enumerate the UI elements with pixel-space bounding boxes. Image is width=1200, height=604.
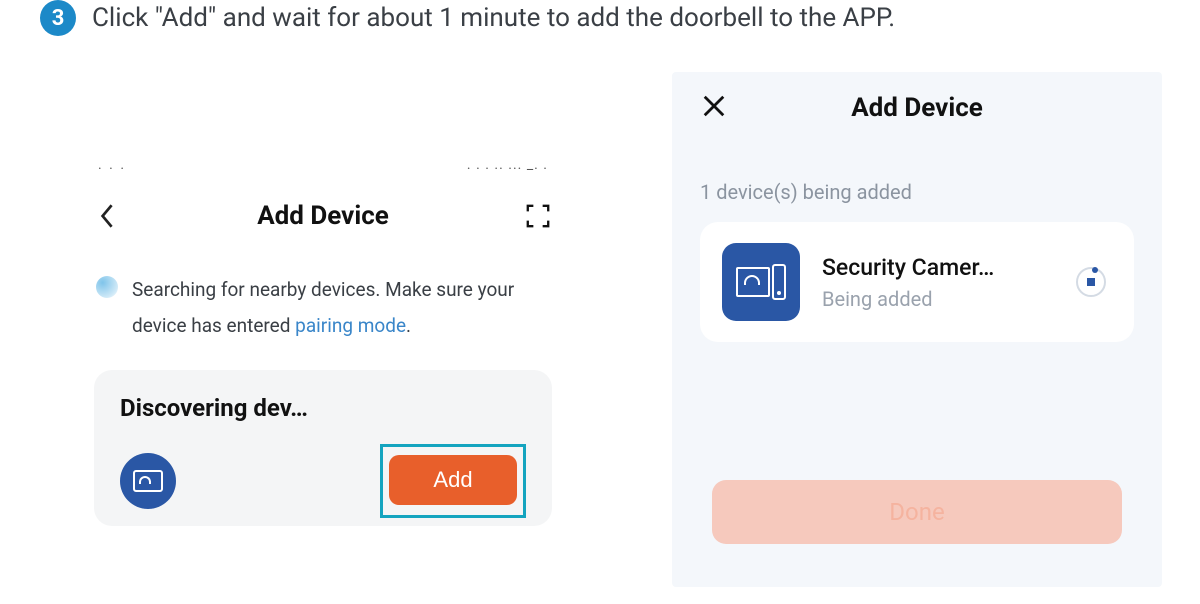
scan-icon (525, 203, 551, 229)
left-header: Add Device (78, 192, 568, 240)
screenshot-right: Add Device 1 device(s) being added Secur… (672, 72, 1162, 587)
device-icon (120, 453, 176, 509)
device-progress-label: Being added (822, 287, 1112, 311)
add-button[interactable]: Add (389, 455, 517, 505)
adding-status-text: 1 device(s) being added (700, 180, 912, 204)
left-screen-title: Add Device (257, 201, 389, 231)
searching-text: Searching for nearby devices. Make sure … (132, 272, 550, 344)
spinner-icon (96, 276, 118, 298)
add-button-highlight: Add (380, 444, 526, 518)
close-button[interactable] (694, 86, 734, 126)
back-button[interactable] (88, 196, 128, 236)
close-icon (701, 93, 727, 119)
step-heading: 3 Click "Add" and wait for about 1 minut… (40, 0, 895, 36)
searching-text-suffix: . (406, 314, 411, 337)
progress-indicator (1076, 267, 1106, 297)
step-number-badge: 3 (40, 0, 76, 36)
adding-device-card: Security Camer… Being added (700, 222, 1134, 342)
pairing-mode-link[interactable]: pairing mode (295, 314, 406, 337)
searching-row: Searching for nearby devices. Make sure … (96, 272, 550, 344)
done-button-disabled: Done (712, 480, 1122, 544)
chevron-left-icon (99, 202, 117, 230)
screenshot-left: . . .. . . .. ... _. . Add Device Search… (78, 72, 568, 572)
discovering-title: Discovering dev… (120, 394, 526, 422)
decorative-dots: . . .. . . .. ... _. . (98, 157, 548, 173)
step-instruction-text: Click "Add" and wait for about 1 minute … (92, 3, 895, 33)
scan-button[interactable] (518, 196, 558, 236)
right-screen-title: Add Device (851, 93, 983, 123)
device-type-icon (722, 243, 800, 321)
right-header: Add Device (672, 72, 1162, 144)
device-name: Security Camer… (822, 254, 1112, 281)
discovering-card: Discovering dev… Add (94, 370, 552, 526)
